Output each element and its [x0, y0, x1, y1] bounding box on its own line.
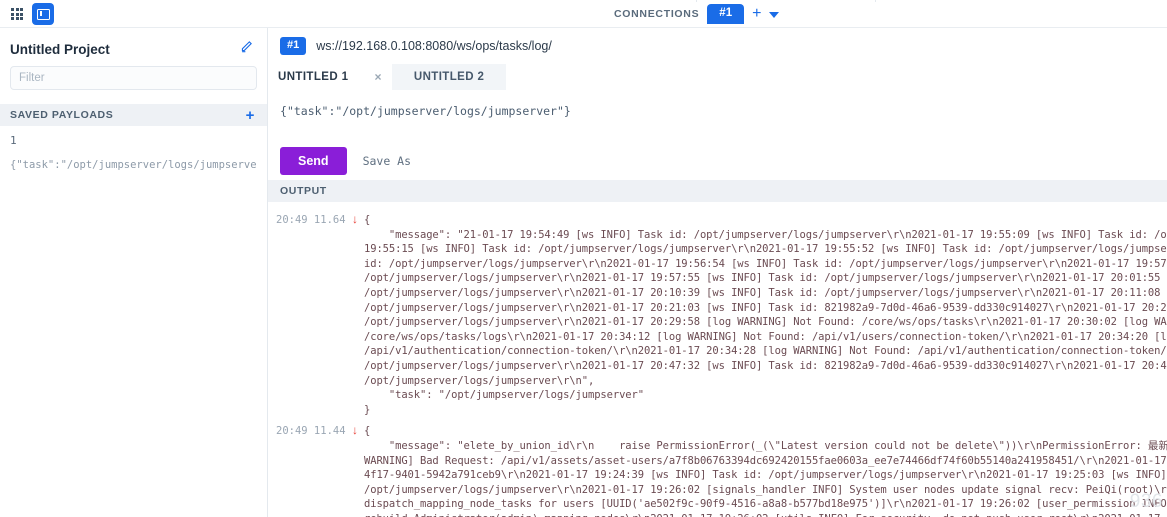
tab-untitled-1-label: UNTITLED 1: [278, 71, 349, 83]
send-button[interactable]: Send: [280, 147, 347, 175]
toggle-sidebar-button[interactable]: [32, 3, 54, 25]
log-timestamp: 20:49 11.64: [276, 214, 346, 226]
action-bar: Send Save As: [268, 142, 1167, 180]
add-connection-button[interactable]: +: [752, 6, 761, 22]
websocket-url-input[interactable]: ws://192.168.0.108:8080/ws/ops/tasks/log…: [316, 39, 1155, 53]
grid-icon: [11, 8, 23, 20]
filter-wrapper: [0, 66, 267, 90]
connection-tab-1[interactable]: #1: [707, 3, 745, 25]
add-payload-button[interactable]: +: [246, 108, 255, 123]
log-entry[interactable]: 20:49 11.44 ↓ { "message": "elete_by_uni…: [268, 421, 1167, 517]
panel-toggle-icon: [36, 8, 50, 20]
arrow-down-icon: ↓: [352, 212, 358, 226]
top-bar: CONNECTIONS #1 +: [0, 0, 1167, 28]
websocket-client-window: CONNECTIONS #1 + Untitled Project SAVED …: [0, 0, 1167, 517]
saved-payloads-header: SAVED PAYLOADS +: [0, 104, 267, 126]
close-icon[interactable]: ×: [374, 70, 381, 84]
project-title: Untitled Project: [10, 41, 110, 57]
output-header: OUTPUT: [268, 180, 1167, 202]
payload-body: {"task":"/opt/jumpserver/logs/jumpserver…: [10, 159, 257, 171]
log-message: { "message": "elete_by_union_id\r\n rais…: [364, 425, 1167, 517]
sidebar: Untitled Project SAVED PAYLOADS + 1 {"ta…: [0, 28, 268, 517]
pencil-icon[interactable]: [240, 40, 253, 58]
payload-editor-value: :"/opt/jumpserver/logs/jumpserver": [328, 104, 564, 118]
connection-badge[interactable]: #1: [280, 37, 307, 55]
log-timestamp: 20:49 11.44: [276, 425, 346, 438]
payload-index: 1: [10, 134, 17, 147]
output-log[interactable]: 20:49 11.64 ↓ { "message": "21-01-17 19:…: [268, 202, 1167, 517]
payload-editor-open: {: [280, 104, 287, 118]
apps-grid-button[interactable]: [6, 3, 28, 25]
message-tabs: UNTITLED 1 × UNTITLED 2: [268, 64, 1167, 90]
tab-untitled-2-label: UNTITLED 2: [413, 71, 485, 83]
connections-bar: CONNECTIONS #1 +: [614, 0, 780, 28]
log-entry[interactable]: 20:49 11.64 ↓ { "message": "21-01-17 19:…: [268, 210, 1167, 417]
arrow-down-icon: ↓: [352, 423, 358, 438]
payload-editor[interactable]: {"task":"/opt/jumpserver/logs/jumpserver…: [268, 90, 1167, 142]
tab-untitled-1[interactable]: UNTITLED 1 ×: [268, 64, 392, 90]
connections-label: CONNECTIONS: [614, 8, 700, 20]
saved-payloads-label: SAVED PAYLOADS: [10, 109, 114, 121]
list-item[interactable]: 1 {"task":"/opt/jumpserver/logs/jumpserv…: [0, 126, 267, 183]
payload-editor-key: "task": [286, 104, 329, 118]
payload-editor-close: }: [563, 104, 571, 118]
save-as-button[interactable]: Save As: [363, 154, 411, 168]
log-message: { "message": "21-01-17 19:54:49 [ws INFO…: [364, 214, 1167, 416]
main-panel: #1 ws://192.168.0.108:8080/ws/ops/tasks/…: [268, 28, 1167, 517]
chevron-down-icon[interactable]: [769, 11, 780, 18]
output-label: OUTPUT: [280, 185, 327, 197]
tab-untitled-2[interactable]: UNTITLED 2: [391, 64, 507, 90]
project-header: Untitled Project: [0, 28, 267, 66]
search-input[interactable]: [10, 66, 257, 90]
top-bar-left-controls: [6, 0, 54, 28]
url-bar: #1 ws://192.168.0.108:8080/ws/ops/tasks/…: [268, 28, 1167, 64]
